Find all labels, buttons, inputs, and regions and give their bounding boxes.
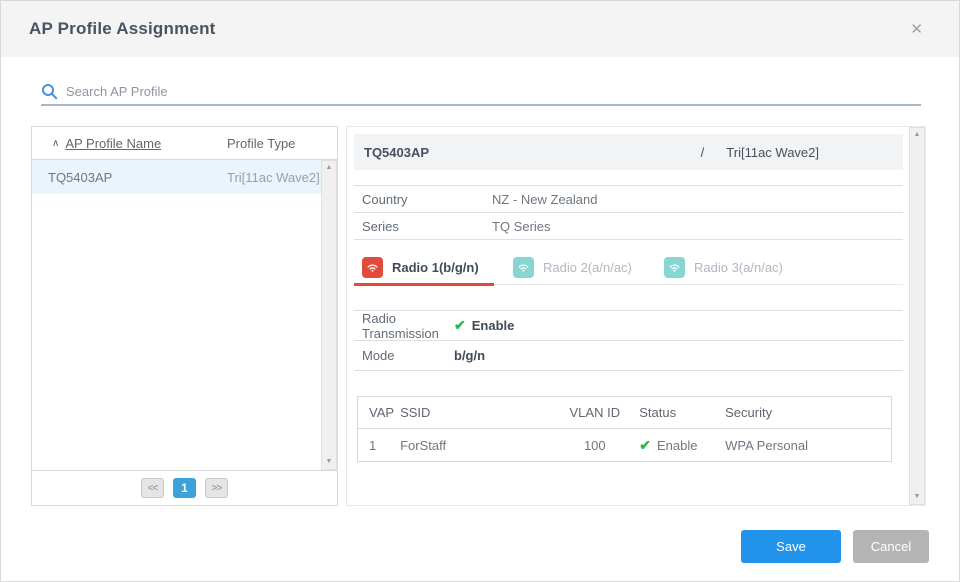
sort-asc-icon[interactable]: ∧ bbox=[52, 138, 59, 149]
tab-radio-3[interactable]: Radio 3(a/n/ac) bbox=[656, 250, 796, 284]
profile-info-rows: Country NZ - New Zealand Series TQ Serie… bbox=[354, 185, 903, 240]
profile-list-body: TQ5403AP Tri[11ac Wave2] ▲ ▼ bbox=[32, 160, 337, 470]
wifi-icon bbox=[362, 257, 383, 278]
scroll-down-icon[interactable]: ▼ bbox=[910, 490, 924, 504]
search-bar bbox=[41, 79, 921, 106]
save-button[interactable]: Save bbox=[741, 530, 841, 563]
tab-radio-2[interactable]: Radio 2(a/n/ac) bbox=[505, 250, 645, 284]
tab-radio-1-label: Radio 1(b/g/n) bbox=[392, 260, 479, 275]
scroll-up-icon[interactable]: ▲ bbox=[322, 161, 336, 175]
status-text: Enable bbox=[657, 438, 697, 453]
radio-transmission-row: Radio Transmission ✔ Enable bbox=[354, 311, 903, 341]
mode-label: Mode bbox=[354, 348, 454, 363]
pagination: << 1 >> bbox=[32, 470, 337, 505]
detail-profile-type: Tri[11ac Wave2] bbox=[726, 145, 819, 160]
col-vlan-id: VLAN ID bbox=[562, 397, 627, 429]
profile-list-header: ∧ AP Profile Name Profile Type bbox=[32, 127, 337, 160]
ap-profile-list-panel: ∧ AP Profile Name Profile Type TQ5403AP … bbox=[31, 126, 338, 506]
vap-table: VAP SSID VLAN ID Status Security 1 ForSt… bbox=[357, 396, 892, 462]
series-value: TQ Series bbox=[492, 219, 551, 234]
series-label: Series bbox=[354, 219, 492, 234]
check-icon: ✔ bbox=[454, 317, 466, 334]
pagination-prev-button[interactable]: << bbox=[141, 478, 164, 498]
tab-radio-2-label: Radio 2(a/n/ac) bbox=[543, 260, 632, 275]
vap-table-row: 1 ForStaff 100 ✔ Enable WPA Personal bbox=[358, 429, 892, 462]
mode-row: Mode b/g/n bbox=[354, 341, 903, 371]
country-value: NZ - New Zealand bbox=[492, 192, 597, 207]
mode-value: b/g/n bbox=[454, 348, 485, 363]
wifi-icon bbox=[513, 257, 534, 278]
col-status: Status bbox=[627, 397, 714, 429]
country-label: Country bbox=[354, 192, 492, 207]
page-title: AP Profile Assignment bbox=[29, 19, 216, 39]
detail-panel-scrollbar[interactable]: ▲ ▼ bbox=[909, 127, 925, 505]
radio-transmission-label: Radio Transmission bbox=[354, 311, 454, 341]
search-icon bbox=[41, 83, 58, 100]
profile-list-scrollbar[interactable]: ▲ ▼ bbox=[321, 160, 337, 470]
radio-transmission-value: Enable bbox=[472, 318, 515, 333]
ssid-cell: ForStaff bbox=[394, 429, 562, 462]
search-input[interactable] bbox=[66, 81, 921, 103]
profile-name: TQ5403AP bbox=[32, 170, 227, 185]
check-icon: ✔ bbox=[639, 437, 651, 454]
profile-row-tq5403ap[interactable]: TQ5403AP Tri[11ac Wave2] bbox=[32, 160, 322, 194]
vap-table-header: VAP SSID VLAN ID Status Security bbox=[358, 397, 892, 429]
pagination-next-button[interactable]: >> bbox=[205, 478, 228, 498]
scroll-up-icon[interactable]: ▲ bbox=[910, 128, 924, 142]
series-row: Series TQ Series bbox=[354, 213, 903, 240]
wifi-icon bbox=[664, 257, 685, 278]
country-row: Country NZ - New Zealand bbox=[354, 186, 903, 213]
cancel-button[interactable]: Cancel bbox=[853, 530, 929, 563]
profile-type: Tri[11ac Wave2] bbox=[227, 170, 322, 185]
dialog-header: AP Profile Assignment ✕ bbox=[1, 1, 959, 57]
column-ap-profile-name[interactable]: ∧ AP Profile Name bbox=[32, 136, 227, 151]
radio-tabs: Radio 1(b/g/n) Radio 2(a/n/ac) bbox=[354, 250, 903, 285]
detail-profile-name: TQ5403AP bbox=[364, 145, 701, 160]
col-ssid: SSID bbox=[394, 397, 562, 429]
profile-detail-titlebar: TQ5403AP / Tri[11ac Wave2] bbox=[354, 134, 903, 170]
tab-radio-3-label: Radio 3(a/n/ac) bbox=[694, 260, 783, 275]
col-security: Security bbox=[714, 397, 891, 429]
scroll-down-icon[interactable]: ▼ bbox=[322, 455, 336, 469]
title-separator: / bbox=[701, 145, 705, 160]
close-icon[interactable]: ✕ bbox=[902, 16, 931, 43]
vlan-id-cell: 100 bbox=[562, 429, 627, 462]
status-cell: ✔ Enable bbox=[627, 429, 714, 462]
column-profile-type[interactable]: Profile Type bbox=[227, 136, 337, 151]
vap-cell: 1 bbox=[358, 429, 395, 462]
security-cell: WPA Personal bbox=[714, 429, 891, 462]
tab-radio-1[interactable]: Radio 1(b/g/n) bbox=[354, 250, 494, 284]
profile-detail-panel: TQ5403AP / Tri[11ac Wave2] Country NZ - … bbox=[346, 126, 926, 506]
col-vap: VAP bbox=[358, 397, 395, 429]
ap-profile-assignment-dialog: AP Profile Assignment ✕ ∧ AP Profile Nam… bbox=[0, 0, 960, 582]
radio-settings: Radio Transmission ✔ Enable Mode b/g/n bbox=[354, 310, 903, 371]
pagination-page-1-button[interactable]: 1 bbox=[173, 478, 196, 498]
